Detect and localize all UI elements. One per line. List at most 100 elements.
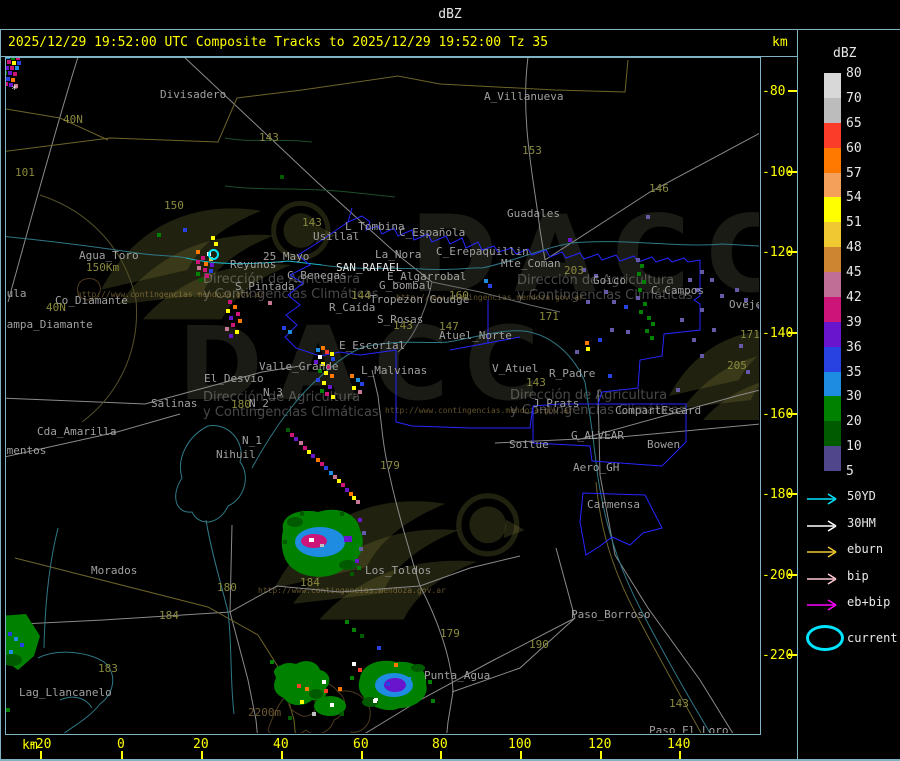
map-label: 180 — [217, 581, 237, 594]
page-title: dBZ — [438, 7, 462, 22]
map-label: El_Desvio — [204, 372, 264, 385]
colorbar-tick-label: 10 — [846, 439, 862, 455]
y-tick-mark — [788, 171, 797, 173]
map-label: 25_Mayo — [263, 250, 310, 263]
legend-label: eb+bip — [847, 595, 891, 609]
echo-pixel — [6, 71, 7, 75]
echo-pixel — [360, 382, 364, 386]
eb+bip-track-arrow-icon — [806, 596, 842, 611]
echo-pixel — [17, 61, 21, 65]
colorbar-tick-label: 51 — [846, 215, 862, 231]
echo-pixel — [8, 632, 12, 636]
map-label: Divisadero — [160, 88, 227, 101]
echo-pixel — [300, 700, 304, 704]
echo-pixel — [636, 258, 640, 262]
map-label: Goico — [593, 274, 627, 287]
echo-pixel — [183, 228, 187, 232]
echo-pixel — [700, 354, 704, 358]
echo-pixel — [358, 518, 362, 522]
map-label: 143 — [669, 697, 689, 710]
echo-pixel — [294, 437, 298, 441]
echo-pixel — [229, 316, 233, 320]
colorbar-block — [824, 321, 841, 347]
echo-pixel — [233, 305, 237, 309]
echo-pixel — [642, 280, 646, 284]
echo-pixel — [330, 352, 334, 356]
echo-pixel — [322, 680, 326, 684]
echo-pixel — [299, 441, 303, 445]
y-tick-mark — [788, 413, 797, 415]
map-label: Aero_GH — [573, 461, 620, 474]
echo-pixel — [20, 643, 24, 647]
echo-pixel — [431, 699, 435, 703]
y-tick-mark — [788, 493, 797, 495]
colorbar-tick-label: 35 — [846, 364, 862, 380]
map-label: 147 — [439, 320, 459, 333]
colorbar-block — [824, 147, 841, 173]
map-label: 143 — [302, 216, 322, 229]
echo-pixel — [355, 559, 359, 563]
echo-pixel — [16, 58, 20, 60]
echo-pixel — [331, 395, 335, 399]
echo-pixel — [226, 309, 230, 313]
colorbar-block — [824, 197, 841, 223]
echo-pixel — [6, 77, 10, 81]
echo-pixel — [585, 341, 589, 345]
echo-pixel — [610, 328, 614, 332]
echo-pixel — [352, 386, 356, 390]
colorbar-panel: dBZ 80 70 65 60 57 54 51 48 45 42 39 36 35 30 20 10 5 50… — [798, 30, 900, 759]
map-label: 40N — [63, 113, 83, 126]
echo-pixel — [608, 374, 612, 378]
echo-pixel — [341, 483, 345, 487]
y-tick-mark — [788, 251, 797, 253]
map-label: 146 — [649, 182, 669, 195]
radar-map-viewport[interactable]: DACCDACC Dirección de Agricultura y Cont… — [6, 58, 759, 733]
legend-label: bip — [847, 568, 869, 583]
echo-pixel — [15, 66, 19, 70]
echo-pixel — [352, 628, 356, 632]
map-label: Co_Diamante — [55, 294, 128, 307]
x-tick-label: 0 — [117, 737, 125, 752]
legend-label: 50YD — [847, 489, 876, 503]
echo-pixel — [325, 350, 329, 354]
echo-pixel — [196, 272, 200, 276]
map-label: 150 — [164, 199, 184, 212]
echo-pixel — [12, 61, 16, 65]
echo-pixel — [9, 650, 13, 654]
map-label: V_Atuel — [492, 362, 539, 375]
colorbar-title: dBZ — [833, 46, 857, 61]
map-label: Bowen — [647, 438, 681, 451]
colorbar-block — [824, 421, 841, 447]
x-tick-label: 20 — [193, 737, 209, 752]
echo-pixel — [6, 66, 9, 70]
echo-pixel — [10, 66, 14, 70]
echo-pixel — [362, 531, 366, 535]
echo-pixel — [377, 646, 381, 650]
map-label: Nihuil — [216, 448, 256, 461]
echo-pixel — [225, 327, 229, 331]
echo-pixel — [345, 620, 349, 624]
map-label: Guadales — [507, 207, 560, 220]
map-label: N_2 — [249, 397, 269, 410]
echo-pixel — [586, 300, 590, 304]
echo-pixel — [280, 175, 284, 179]
echo-pixel — [676, 388, 680, 392]
map-label: G_bombal — [379, 279, 432, 292]
colorbar-block — [824, 446, 841, 471]
map-label: Valle_Grande — [259, 360, 339, 373]
map-label: S_Pintada — [235, 280, 295, 293]
echo-pixel — [201, 256, 205, 260]
echo-pixel — [356, 500, 360, 504]
echo-pixel — [288, 330, 292, 334]
echo-pixel — [646, 215, 650, 219]
title-bar: dBZ — [0, 0, 900, 29]
echo-pixel — [624, 305, 628, 309]
map-label: 150Km — [86, 261, 120, 274]
colorbar-block — [824, 296, 841, 322]
map-label: Lag_Llancanelo — [19, 686, 112, 699]
map-label: 2200m — [248, 706, 282, 719]
map-label: CompartEscard — [615, 404, 702, 417]
x-tick-label: 120 — [588, 737, 612, 752]
echo-pixel — [229, 334, 233, 338]
map-label: 183 — [98, 662, 118, 675]
